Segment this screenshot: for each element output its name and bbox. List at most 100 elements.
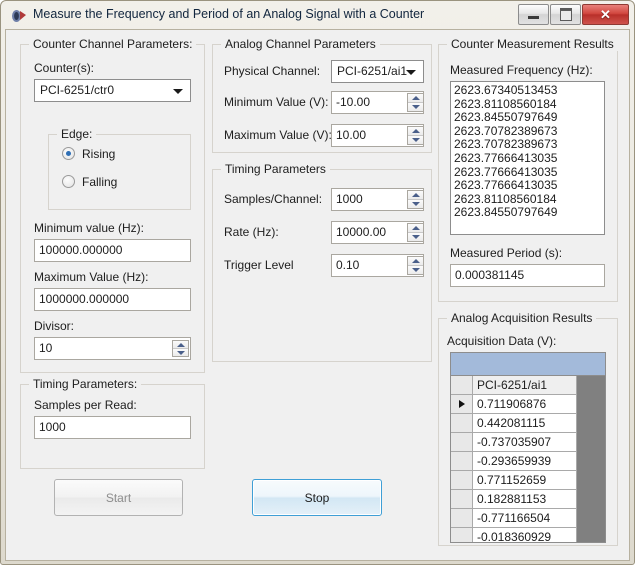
divisor-label: Divisor:: [34, 319, 75, 333]
client-area: Counter Channel Parameters: Counter(s): …: [5, 29, 630, 561]
table-row[interactable]: -0.018360929: [451, 528, 605, 542]
radio-dot-falling: [62, 175, 75, 188]
table-row[interactable]: -0.771166504: [451, 509, 605, 528]
title-bar: Measure the Frequency and Period of an A…: [5, 4, 630, 29]
maximize-button[interactable]: [550, 4, 581, 25]
grid-filler: [577, 452, 605, 471]
trigger-level-spinner[interactable]: [407, 256, 424, 275]
window-controls: ✕: [517, 4, 629, 25]
minimize-button[interactable]: [518, 4, 549, 25]
stop-button[interactable]: Stop: [252, 479, 382, 516]
samples-per-read-input[interactable]: 1000: [34, 416, 191, 439]
measured-frequency-list[interactable]: 2623.67340513453 2623.81108560184 2623.8…: [450, 81, 605, 235]
analog-max-spinner-down[interactable]: [408, 136, 423, 144]
grid-cell-value: -0.293659939: [473, 452, 577, 471]
trigger-level-label: Trigger Level: [224, 258, 294, 272]
table-row[interactable]: 0.711906876: [451, 395, 605, 414]
row-marker-cell: [451, 395, 473, 414]
divisor-spinner-down[interactable]: [173, 349, 188, 356]
row-marker-cell: [451, 509, 473, 528]
frequency-item: 2623.81108560184: [454, 191, 557, 206]
grid-filler: [577, 490, 605, 509]
analog-max-spinner-up[interactable]: [408, 127, 423, 136]
trigger-level-spinner-up[interactable]: [408, 257, 423, 266]
maximize-icon: [559, 8, 572, 21]
grid-filler: [577, 414, 605, 433]
arrow-up-icon: [411, 96, 420, 100]
counter-max-label: Maximum Value (Hz):: [34, 270, 149, 284]
rate-spinner[interactable]: [407, 223, 424, 242]
measured-period-input[interactable]: 0.000381145: [450, 264, 605, 287]
divisor-spinner[interactable]: [172, 340, 189, 357]
counters-combo[interactable]: PCI-6251/ctr0: [34, 79, 191, 102]
samples-channel-label: Samples/Channel:: [224, 192, 323, 206]
application-window: Measure the Frequency and Period of an A…: [0, 0, 635, 565]
divisor-spinner-up[interactable]: [173, 341, 188, 349]
grid-caption-strip: [451, 353, 605, 376]
trigger-level-spinner-down[interactable]: [408, 266, 423, 274]
analog-results-group-title: Analog Acquisition Results: [447, 311, 597, 325]
frequency-item: 2623.77666413035: [454, 150, 558, 165]
frequency-item: 2623.77666413035: [454, 164, 558, 179]
samples-per-read-label: Samples per Read:: [34, 398, 137, 412]
radio-edge-rising[interactable]: Rising: [62, 147, 115, 161]
samples-channel-spinner-up[interactable]: [408, 191, 423, 200]
arrow-up-icon: [411, 226, 420, 230]
samples-channel-spinner-down[interactable]: [408, 200, 423, 208]
row-selector-icon: [458, 400, 465, 408]
start-button[interactable]: Start: [54, 479, 183, 516]
minimize-icon: [528, 16, 539, 19]
analog-min-spinner-up[interactable]: [408, 94, 423, 103]
measured-frequency-label: Measured Frequency (Hz):: [450, 63, 593, 77]
table-row[interactable]: 0.182881153: [451, 490, 605, 509]
grid-column-header[interactable]: PCI-6251/ai1: [473, 376, 577, 395]
divisor-input[interactable]: 10: [34, 337, 191, 360]
arrow-down-icon: [411, 105, 420, 109]
table-row[interactable]: -0.293659939: [451, 452, 605, 471]
physical-channel-combo[interactable]: PCI-6251/ai1: [331, 60, 424, 83]
counter-min-input[interactable]: 100000.000000: [34, 239, 191, 262]
physical-channel-value: PCI-6251/ai1: [337, 64, 408, 78]
grid-cell-value: -0.771166504: [473, 509, 577, 528]
analog-min-spinner-down[interactable]: [408, 103, 423, 111]
timing-mid-group-title: Timing Parameters: [221, 162, 330, 176]
analog-max-label: Maximum Value (V):: [224, 128, 332, 142]
acquisition-data-label: Acquisition Data (V):: [447, 334, 557, 348]
analog-max-spinner[interactable]: [407, 126, 424, 145]
analog-min-spinner[interactable]: [407, 93, 424, 112]
arrow-up-icon: [411, 259, 420, 263]
grid-filler: [577, 395, 605, 414]
radio-label-falling: Falling: [82, 175, 118, 189]
grid-filler: [577, 471, 605, 490]
edge-group-title: Edge:: [57, 127, 97, 141]
arrow-up-icon: [176, 342, 185, 347]
grid-cell-value: 0.771152659: [473, 471, 577, 490]
chevron-down-icon: [406, 69, 416, 75]
acquisition-data-grid[interactable]: PCI-6251/ai1 0.711906876 0.442081115 -0.…: [450, 352, 606, 543]
counters-label: Counter(s):: [34, 61, 95, 75]
grid-filler: [577, 376, 605, 395]
arrow-down-icon: [411, 268, 420, 272]
arrow-up-icon: [411, 129, 420, 133]
table-row[interactable]: 0.771152659: [451, 471, 605, 490]
close-button[interactable]: ✕: [582, 4, 629, 25]
grid-cell-value: -0.737035907: [473, 433, 577, 452]
analog-min-label: Minimum Value (V):: [224, 95, 329, 109]
table-row[interactable]: -0.737035907: [451, 433, 605, 452]
radio-label-rising: Rising: [82, 147, 116, 161]
counter-results-group-title: Counter Measurement Results: [447, 37, 618, 51]
samples-channel-spinner[interactable]: [407, 190, 424, 209]
grid-header-row: PCI-6251/ai1: [451, 376, 605, 395]
frequency-item: 2623.81108560184: [454, 96, 557, 111]
frequency-item: 2623.84550797649: [454, 205, 558, 220]
counter-max-input[interactable]: 1000000.000000: [34, 288, 191, 311]
edge-group: Edge:: [48, 127, 191, 210]
measured-period-label: Measured Period (s):: [450, 246, 563, 260]
rate-spinner-up[interactable]: [408, 224, 423, 233]
table-row[interactable]: 0.442081115: [451, 414, 605, 433]
radio-edge-falling[interactable]: Falling: [62, 175, 117, 189]
frequency-item: 2623.70782389673: [454, 123, 558, 138]
grid-header-corner: [451, 376, 473, 395]
grid-cell-value: 0.711906876: [473, 395, 577, 414]
rate-spinner-down[interactable]: [408, 233, 423, 241]
